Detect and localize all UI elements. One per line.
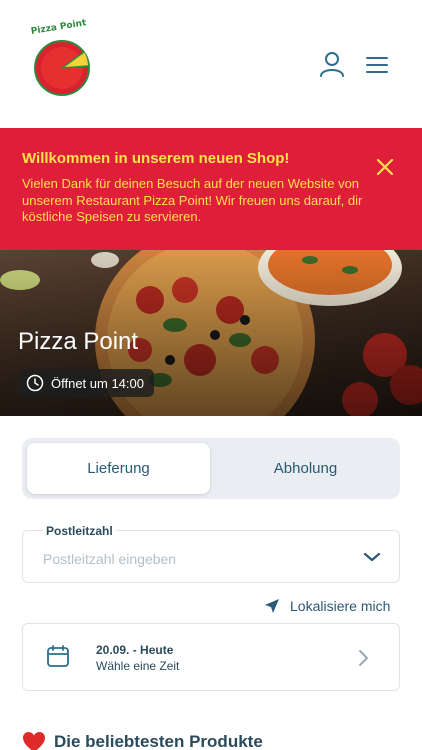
time-selector[interactable]: 20.09. - Heute Wähle eine Zeit <box>22 623 400 691</box>
header: Pizza Point <box>0 0 422 128</box>
calendar-icon <box>47 645 69 667</box>
banner-text: Vielen Dank für deinen Besuch auf der ne… <box>22 176 363 224</box>
postal-code-label: Postleitzahl <box>43 524 116 538</box>
opening-hours-text: Öffnet um 14:00 <box>51 375 144 391</box>
locate-me-button[interactable]: Lokalisiere mich <box>264 598 390 614</box>
clock-icon <box>26 374 44 392</box>
heart-icon <box>23 732 45 750</box>
user-icon[interactable] <box>318 50 346 78</box>
chevron-right-icon[interactable] <box>357 649 369 667</box>
locate-me-label: Lokalisiere mich <box>290 598 391 614</box>
menu-icon[interactable] <box>364 54 390 76</box>
tab-pickup[interactable]: Abholung <box>214 443 397 494</box>
postal-code-input[interactable] <box>43 551 343 567</box>
close-icon[interactable] <box>374 156 396 178</box>
date-label: 20.09. - Heute <box>96 643 174 657</box>
time-prompt: Wähle eine Zeit <box>96 659 180 673</box>
tab-delivery[interactable]: Lieferung <box>27 443 210 494</box>
popular-products-heading: Die beliebtesten Produkte <box>22 731 263 750</box>
order-type-tabs: Lieferung Abholung <box>22 438 400 499</box>
restaurant-name: Pizza Point <box>18 328 139 355</box>
popular-products-title: Die beliebtesten Produkte <box>54 732 263 750</box>
opening-hours-badge: Öffnet um 14:00 <box>18 369 154 397</box>
banner-title: Willkommen in unserem neuen Shop! <box>22 150 290 167</box>
welcome-banner: Willkommen in unserem neuen Shop! Vielen… <box>0 128 422 250</box>
logo[interactable]: Pizza Point <box>24 18 98 102</box>
location-arrow-icon <box>265 599 279 613</box>
chevron-down-icon[interactable] <box>363 551 381 563</box>
